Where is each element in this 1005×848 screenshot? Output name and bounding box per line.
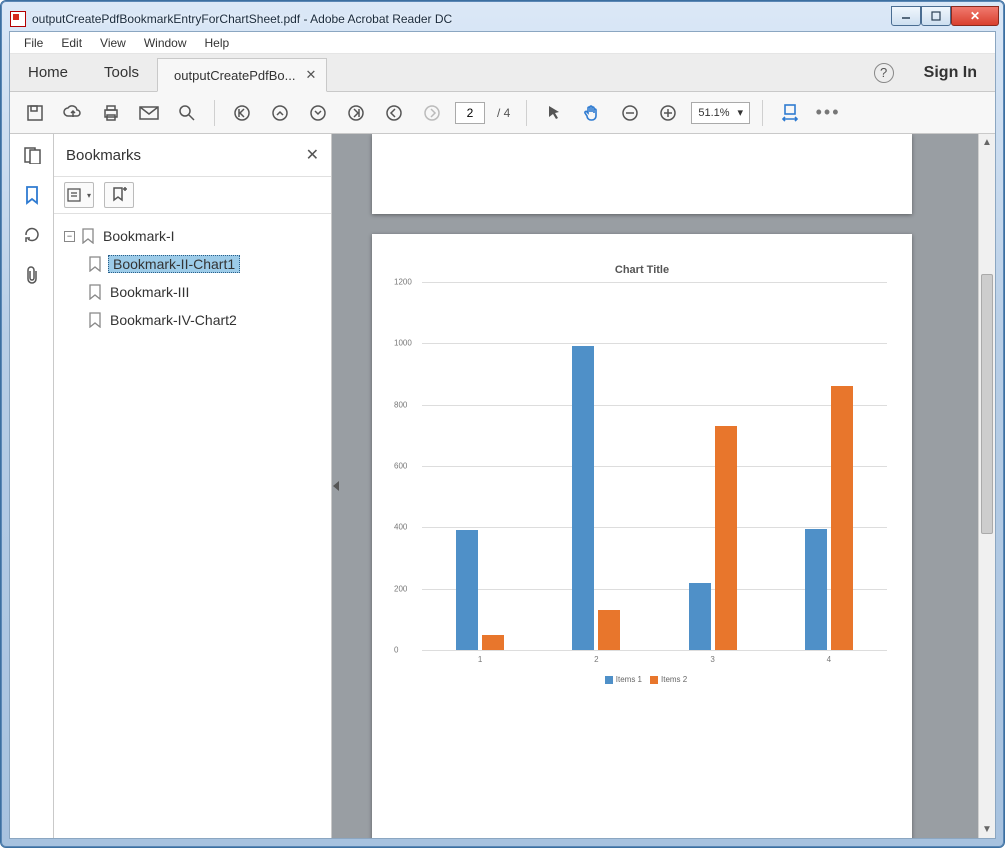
bookmarks-icon[interactable] <box>21 184 43 206</box>
tab-close-icon[interactable]: ✕ <box>305 67 316 83</box>
window-frame: outputCreatePdfBookmarkEntryForChartShee… <box>0 0 1005 848</box>
tab-strip: Home Tools outputCreatePdfBo... ✕ ? Sign… <box>10 54 995 92</box>
window-title: outputCreatePdfBookmarkEntryForChartShee… <box>32 12 885 26</box>
bookmarks-tree: − Bookmark-I Bookmark-II-Chart1 Bookmark… <box>54 214 331 838</box>
scroll-down-icon[interactable]: ▼ <box>979 821 995 838</box>
nav-rail <box>10 134 54 838</box>
page-1-partial <box>372 134 912 214</box>
more-tools-icon[interactable]: ••• <box>813 98 843 128</box>
menubar: File Edit View Window Help <box>10 32 995 54</box>
first-page-icon[interactable] <box>227 98 257 128</box>
chevron-down-icon: ▾ <box>738 106 744 119</box>
save-icon[interactable] <box>20 98 50 128</box>
app-body: File Edit View Window Help Home Tools ou… <box>9 31 996 839</box>
scrollbar-thumb[interactable] <box>981 274 993 534</box>
bookmark-child-1[interactable]: Bookmark-III <box>60 278 325 306</box>
bookmark-label: Bookmark-I <box>101 228 177 244</box>
scroll-up-icon[interactable]: ▲ <box>979 134 995 151</box>
menu-edit[interactable]: Edit <box>53 34 90 52</box>
window-minimize-button[interactable] <box>891 6 921 26</box>
chart-legend: Items 1Items 2 <box>392 675 892 684</box>
bookmark-label: Bookmark-III <box>108 284 191 300</box>
window-close-button[interactable]: ✕ <box>951 6 999 26</box>
last-page-icon[interactable] <box>341 98 371 128</box>
next-page-icon[interactable] <box>303 98 333 128</box>
new-bookmark-button[interactable] <box>104 182 134 208</box>
toolbar: / 4 51.1% ▾ ••• <box>10 92 995 134</box>
zoom-level-select[interactable]: 51.1% ▾ <box>691 102 750 124</box>
chart-title: Chart Title <box>392 264 892 276</box>
thumbnails-icon[interactable] <box>21 144 43 166</box>
fit-width-icon[interactable] <box>775 98 805 128</box>
zoom-value: 51.1% <box>698 107 729 119</box>
bookmark-icon <box>88 284 102 300</box>
bookmarks-close-icon[interactable]: ✕ <box>306 145 319 165</box>
tab-tools[interactable]: Tools <box>86 54 157 91</box>
vertical-scrollbar[interactable]: ▲ ▼ <box>978 134 995 838</box>
document-area[interactable]: Chart Title 0200400600800100012001234 It… <box>332 134 995 838</box>
attachments-icon[interactable] <box>21 264 43 286</box>
bookmark-label: Bookmark-II-Chart1 <box>108 255 240 273</box>
bookmark-icon <box>88 256 102 272</box>
zoom-out-icon[interactable] <box>615 98 645 128</box>
hand-tool-icon[interactable] <box>577 98 607 128</box>
chart-plot: 0200400600800100012001234 <box>422 282 887 650</box>
bookmark-icon <box>88 312 102 328</box>
tab-home[interactable]: Home <box>10 54 86 91</box>
bookmark-root[interactable]: − Bookmark-I <box>60 222 325 250</box>
menu-view[interactable]: View <box>92 34 134 52</box>
page-number-input[interactable] <box>455 102 485 124</box>
tab-document[interactable]: outputCreatePdfBo... ✕ <box>157 58 327 92</box>
email-icon[interactable] <box>134 98 164 128</box>
menu-file[interactable]: File <box>16 34 51 52</box>
help-icon[interactable]: ? <box>874 63 894 83</box>
prev-page-icon[interactable] <box>265 98 295 128</box>
bookmarks-panel: Bookmarks ✕ ▾ − Bookmark-I Bookmark-II <box>54 134 332 838</box>
collapse-icon[interactable]: − <box>64 231 75 242</box>
bookmark-child-0[interactable]: Bookmark-II-Chart1 <box>60 250 325 278</box>
panel-collapse-handle[interactable] <box>332 468 341 504</box>
search-icon[interactable] <box>172 98 202 128</box>
app-icon <box>10 11 26 27</box>
print-icon[interactable] <box>96 98 126 128</box>
nav-forward-icon[interactable] <box>417 98 447 128</box>
page-2: Chart Title 0200400600800100012001234 It… <box>372 234 912 838</box>
window-maximize-button[interactable] <box>921 6 951 26</box>
titlebar: outputCreatePdfBookmarkEntryForChartShee… <box>8 8 997 30</box>
bookmark-options-button[interactable]: ▾ <box>64 182 94 208</box>
bookmarks-title: Bookmarks <box>66 147 141 164</box>
chart: Chart Title 0200400600800100012001234 It… <box>392 264 892 684</box>
rotate-icon[interactable] <box>21 224 43 246</box>
menu-help[interactable]: Help <box>197 34 238 52</box>
select-tool-icon[interactable] <box>539 98 569 128</box>
cloud-upload-icon[interactable] <box>58 98 88 128</box>
zoom-in-icon[interactable] <box>653 98 683 128</box>
sign-in-button[interactable]: Sign In <box>906 54 995 91</box>
bookmark-child-2[interactable]: Bookmark-IV-Chart2 <box>60 306 325 334</box>
page-total-label: / 4 <box>493 106 514 120</box>
tab-document-label: outputCreatePdfBo... <box>174 68 295 83</box>
nav-back-icon[interactable] <box>379 98 409 128</box>
bookmark-label: Bookmark-IV-Chart2 <box>108 312 239 328</box>
bookmark-icon <box>81 228 95 244</box>
menu-window[interactable]: Window <box>136 34 195 52</box>
